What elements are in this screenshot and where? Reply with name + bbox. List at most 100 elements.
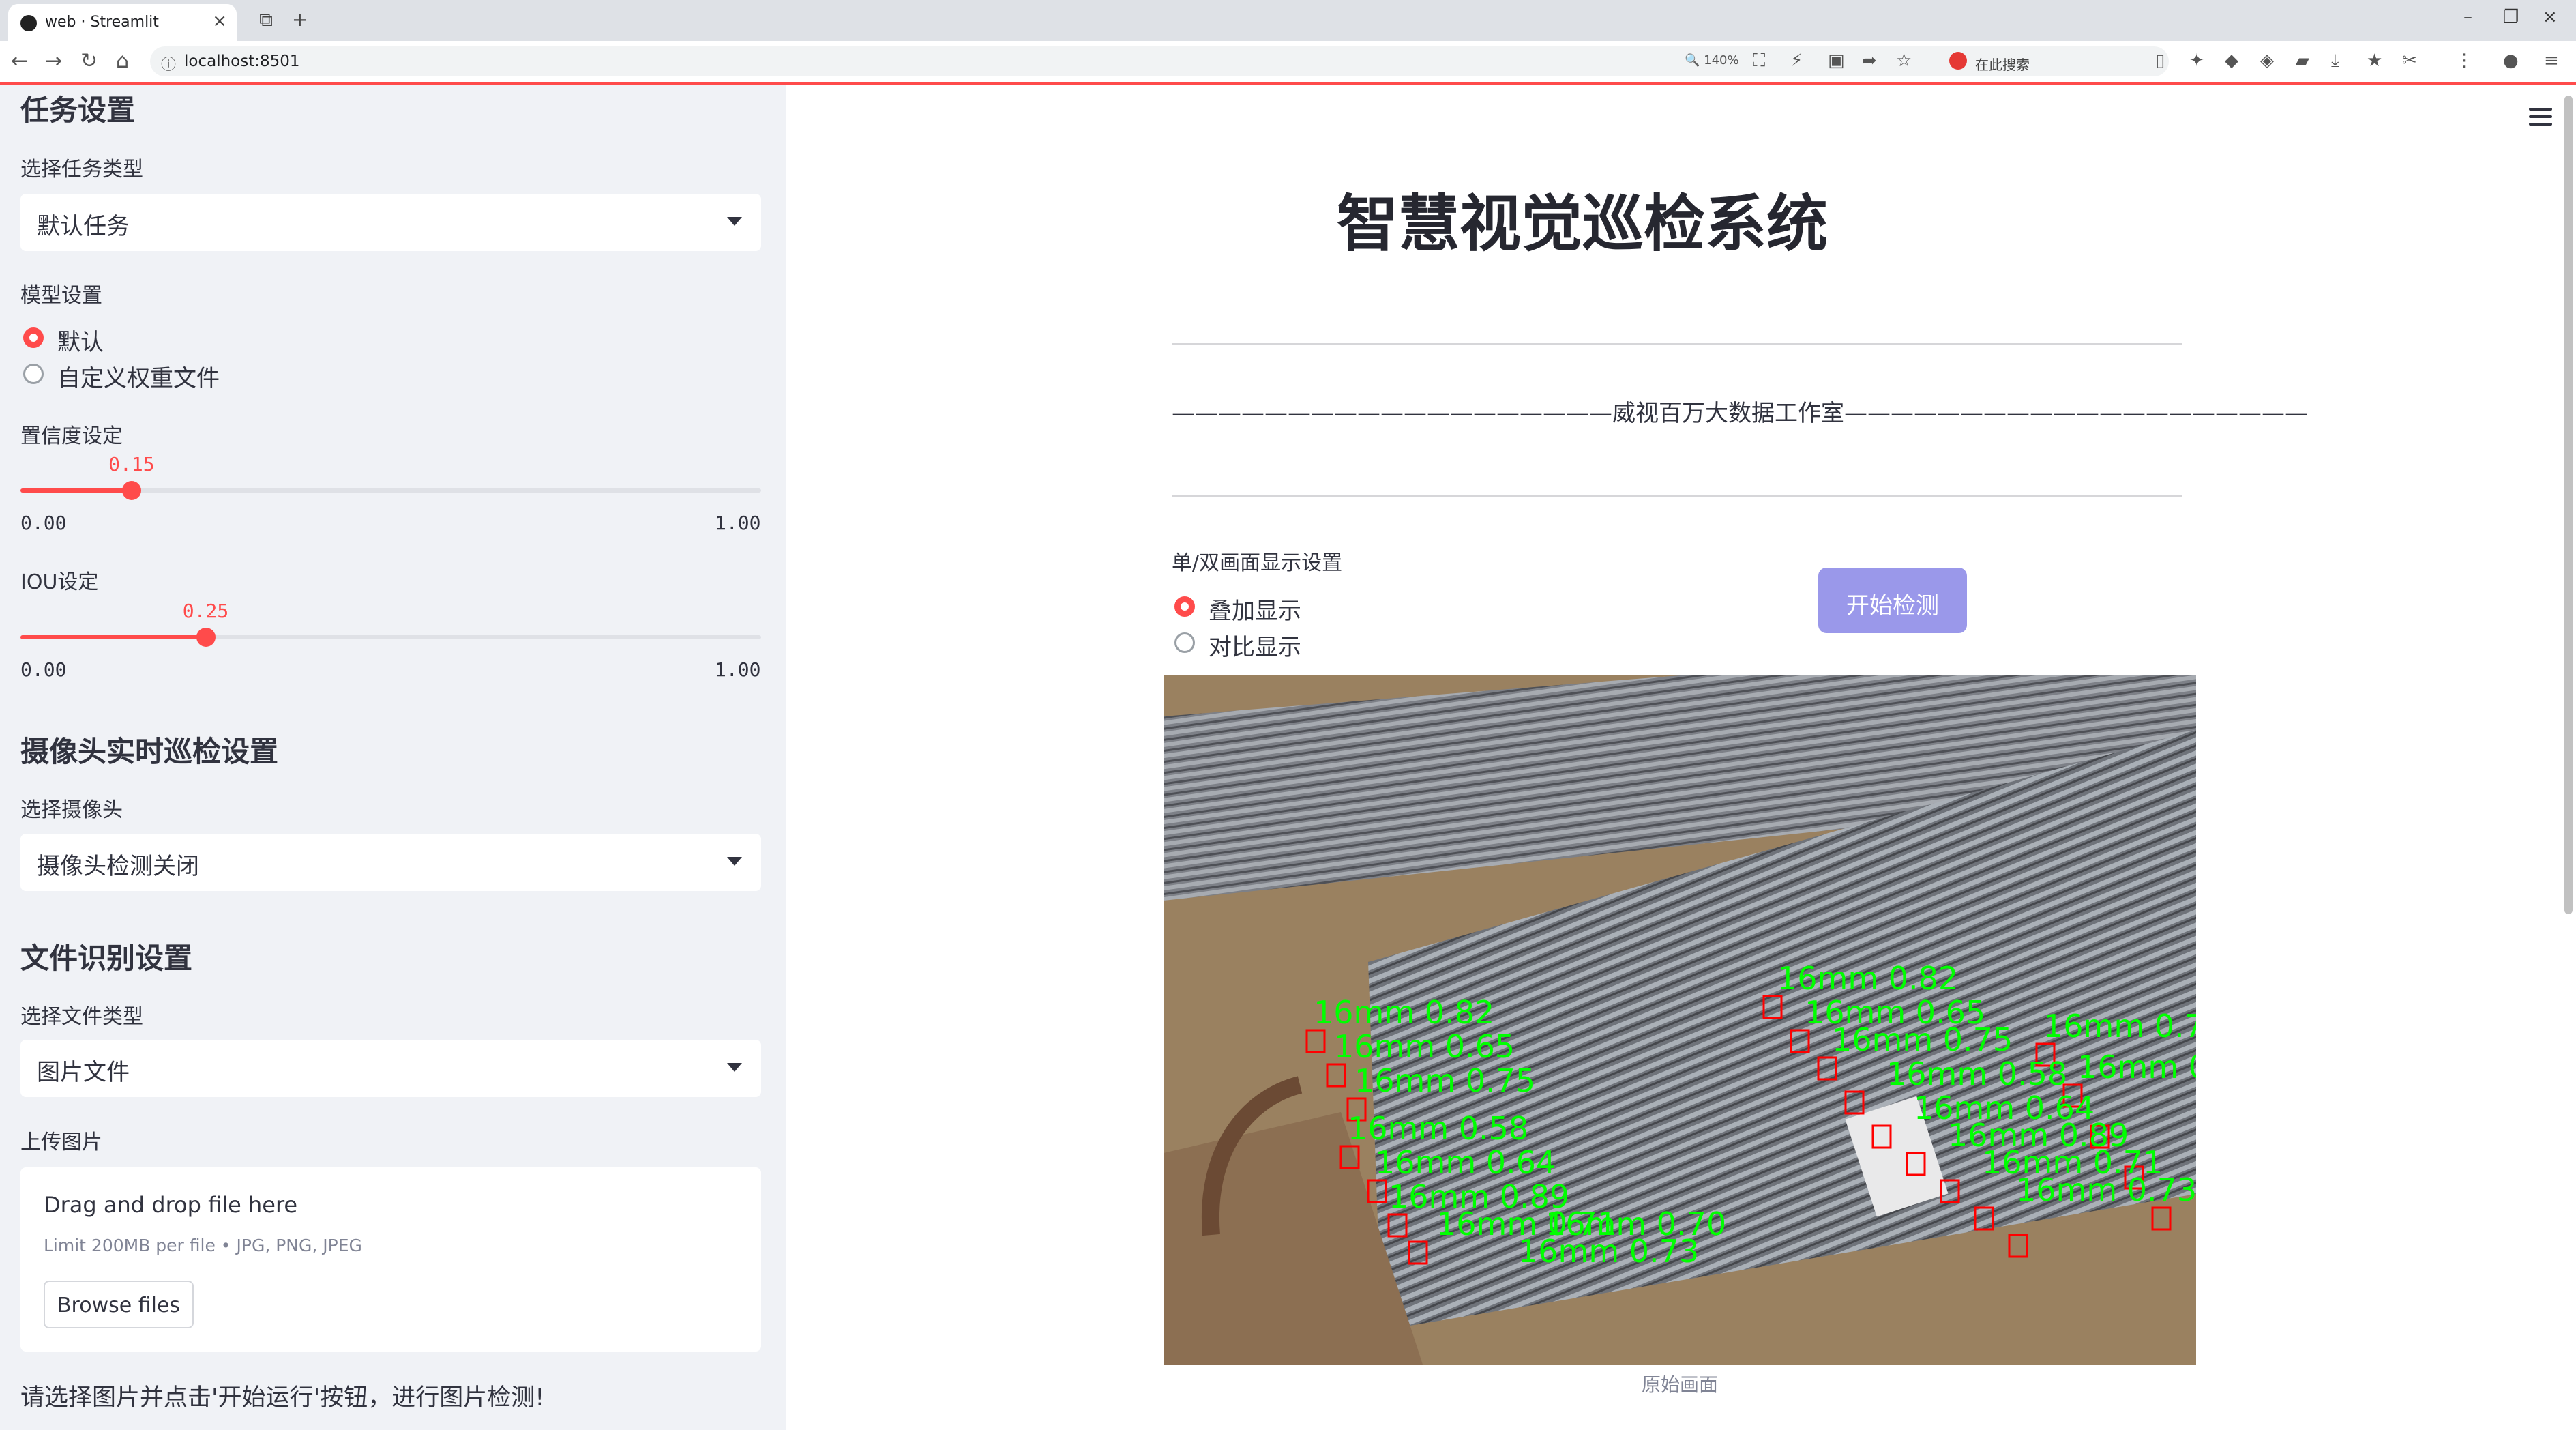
- zoom-level[interactable]: 🔍 140%: [1685, 53, 1739, 68]
- iou-slider[interactable]: [20, 628, 761, 647]
- detection-label: 16mm 0.58: [1348, 1110, 1528, 1147]
- tab-title: web · Streamlit: [45, 14, 159, 31]
- zoom-value: 140%: [1704, 53, 1739, 68]
- back-icon[interactable]: ←: [11, 49, 28, 73]
- site-info-icon[interactable]: ⓘ: [161, 53, 176, 74]
- iou-slider-thumb[interactable]: [196, 628, 216, 647]
- confidence-slider-thumb[interactable]: [121, 481, 141, 500]
- detection-label: 16mm 0.82: [1314, 994, 1494, 1031]
- model-option-label: 默认: [57, 329, 104, 356]
- home-icon[interactable]: ⌂: [116, 49, 129, 73]
- mobile-icon[interactable]: ▯: [2155, 50, 2165, 71]
- share-icon[interactable]: ➦: [1862, 50, 1877, 71]
- reader-icon[interactable]: ▣: [1828, 50, 1845, 71]
- main-menu-icon[interactable]: [2529, 108, 2552, 130]
- iou-label: IOU设定: [20, 570, 99, 594]
- detection-label: 16mm 0.73: [2016, 1171, 2196, 1208]
- confidence-value: 0.15: [108, 453, 155, 476]
- more-menu-icon[interactable]: ⋮: [2455, 50, 2473, 71]
- upload-limit-text: Limit 200MB per file • JPG, PNG, JPEG: [44, 1236, 362, 1255]
- detection-label: 16mm 0.70: [1545, 1206, 1726, 1242]
- close-tab-icon[interactable]: ×: [212, 11, 227, 31]
- search-placeholder: 在此搜索: [1975, 57, 2030, 73]
- favorites-icon[interactable]: ★: [2367, 50, 2382, 71]
- rebar-photo-illustration: 16mm 0.8216mm 0.6516mm 0.7516mm 0.5816mm…: [1164, 675, 2196, 1365]
- confidence-slider-fill: [20, 488, 132, 493]
- start-detection-button[interactable]: 开始检测: [1818, 568, 1967, 633]
- chevron-down-icon: [727, 1063, 742, 1072]
- browse-files-button[interactable]: Browse files: [44, 1281, 194, 1328]
- radio-unselected[interactable]: [23, 364, 44, 384]
- task-type-value: 默认任务: [37, 213, 130, 240]
- radio-selected[interactable]: [23, 327, 44, 348]
- start-detection-label: 开始检测: [1846, 592, 1939, 619]
- detection-result-image: 16mm 0.82 16mm 0.65 16mm 0.75 16mm 0.58 16mm…: [1164, 675, 2196, 1365]
- display-option-label: 对比显示: [1209, 634, 1301, 661]
- detection-label: 16mm 0.70: [2043, 1008, 2196, 1045]
- url-text: localhost:8501: [184, 53, 300, 70]
- minimize-icon[interactable]: –: [2463, 7, 2472, 27]
- extension-icon[interactable]: ✦: [2189, 50, 2204, 71]
- new-tab-icon[interactable]: +: [292, 8, 308, 31]
- download-icon[interactable]: ⤓: [2331, 50, 2339, 72]
- camera-select[interactable]: 摄像头检测关闭: [20, 834, 761, 891]
- lightning-icon[interactable]: ⚡: [1790, 50, 1803, 71]
- translate-icon[interactable]: ⛶: [1753, 50, 1765, 72]
- radio-selected[interactable]: [1174, 596, 1195, 617]
- image-caption: 原始画面: [1641, 1373, 1718, 1396]
- detection-label: 16mm 0.82: [1777, 960, 1958, 997]
- chevron-down-icon: [727, 857, 742, 866]
- iou-max: 1.00: [715, 658, 761, 681]
- extension-icon[interactable]: ◆: [2225, 50, 2238, 71]
- search-engine-icon: [1949, 52, 1967, 70]
- camera-settings-heading: 摄像头实时巡检设置: [20, 735, 279, 768]
- studio-subtitle: ———————————————————威视百万大数据工作室———————————…: [1172, 400, 2308, 427]
- page-title: 智慧视觉巡检系统: [1337, 188, 1828, 260]
- reload-icon[interactable]: ↻: [80, 49, 98, 73]
- divider: [1172, 495, 2182, 497]
- detection-label: 16mm 0.65: [1334, 1028, 1515, 1065]
- iou-value: 0.25: [182, 600, 229, 622]
- file-type-select[interactable]: 图片文件: [20, 1040, 761, 1097]
- model-settings-label: 模型设置: [20, 284, 102, 308]
- confidence-label: 置信度设定: [20, 424, 123, 448]
- display-option-label: 叠加显示: [1209, 598, 1301, 625]
- streamlit-favicon-icon: [20, 15, 37, 31]
- file-type-label: 选择文件类型: [20, 1005, 143, 1029]
- close-window-icon[interactable]: ×: [2543, 7, 2558, 27]
- browser-tab-bar: web · Streamlit × ⧉ + – ❐ ×: [0, 0, 2576, 41]
- file-uploader-dropzone[interactable]: Drag and drop file here Limit 200MB per …: [20, 1167, 761, 1352]
- iou-min: 0.00: [20, 658, 67, 681]
- tab-group-icon[interactable]: ⧉: [259, 8, 273, 31]
- chevron-down-icon: [727, 217, 742, 226]
- detection-label: 16mm 0.75: [1832, 1021, 2013, 1058]
- file-settings-heading: 文件识别设置: [20, 942, 193, 975]
- task-type-select[interactable]: 默认任务: [20, 194, 761, 251]
- browser-menu-icon[interactable]: ≡: [2544, 50, 2559, 71]
- browser-toolbar: ← → ↻ ⌂ ⓘ localhost:8501 🔍 140% ⛶ ⚡ ▣ ➦ …: [0, 41, 2576, 83]
- detection-label: 16mm 0.64: [1375, 1144, 1556, 1181]
- page-scrollbar[interactable]: [2564, 96, 2573, 914]
- extension-icon[interactable]: ◈: [2260, 50, 2274, 71]
- task-type-label: 选择任务类型: [20, 158, 143, 181]
- task-settings-heading: 任务设置: [20, 93, 136, 127]
- radio-unselected[interactable]: [1174, 632, 1195, 653]
- confidence-max: 1.00: [715, 512, 761, 534]
- bookmark-star-icon[interactable]: ☆: [1896, 50, 1912, 71]
- forward-icon[interactable]: →: [45, 49, 62, 73]
- drop-text: Drag and drop file here: [44, 1192, 298, 1218]
- confidence-slider[interactable]: [20, 481, 761, 500]
- iou-slider-fill: [20, 635, 206, 639]
- profile-avatar-icon[interactable]: ●: [2503, 50, 2519, 71]
- detection-label: 16mm 0.82: [2077, 1049, 2196, 1085]
- upload-label: 上传图片: [20, 1130, 102, 1154]
- browser-tab[interactable]: web · Streamlit ×: [8, 4, 237, 41]
- model-option-label: 自定义权重文件: [57, 365, 220, 392]
- divider: [1172, 343, 2182, 345]
- screenshot-icon[interactable]: ✂: [2402, 50, 2417, 71]
- display-mode-label: 单/双画面显示设置: [1172, 551, 1343, 575]
- extension-icon[interactable]: ▰: [2296, 50, 2309, 71]
- camera-select-value: 摄像头检测关闭: [37, 853, 199, 880]
- browser-search-box[interactable]: 在此搜索: [1937, 46, 2142, 76]
- restore-icon[interactable]: ❐: [2503, 7, 2519, 27]
